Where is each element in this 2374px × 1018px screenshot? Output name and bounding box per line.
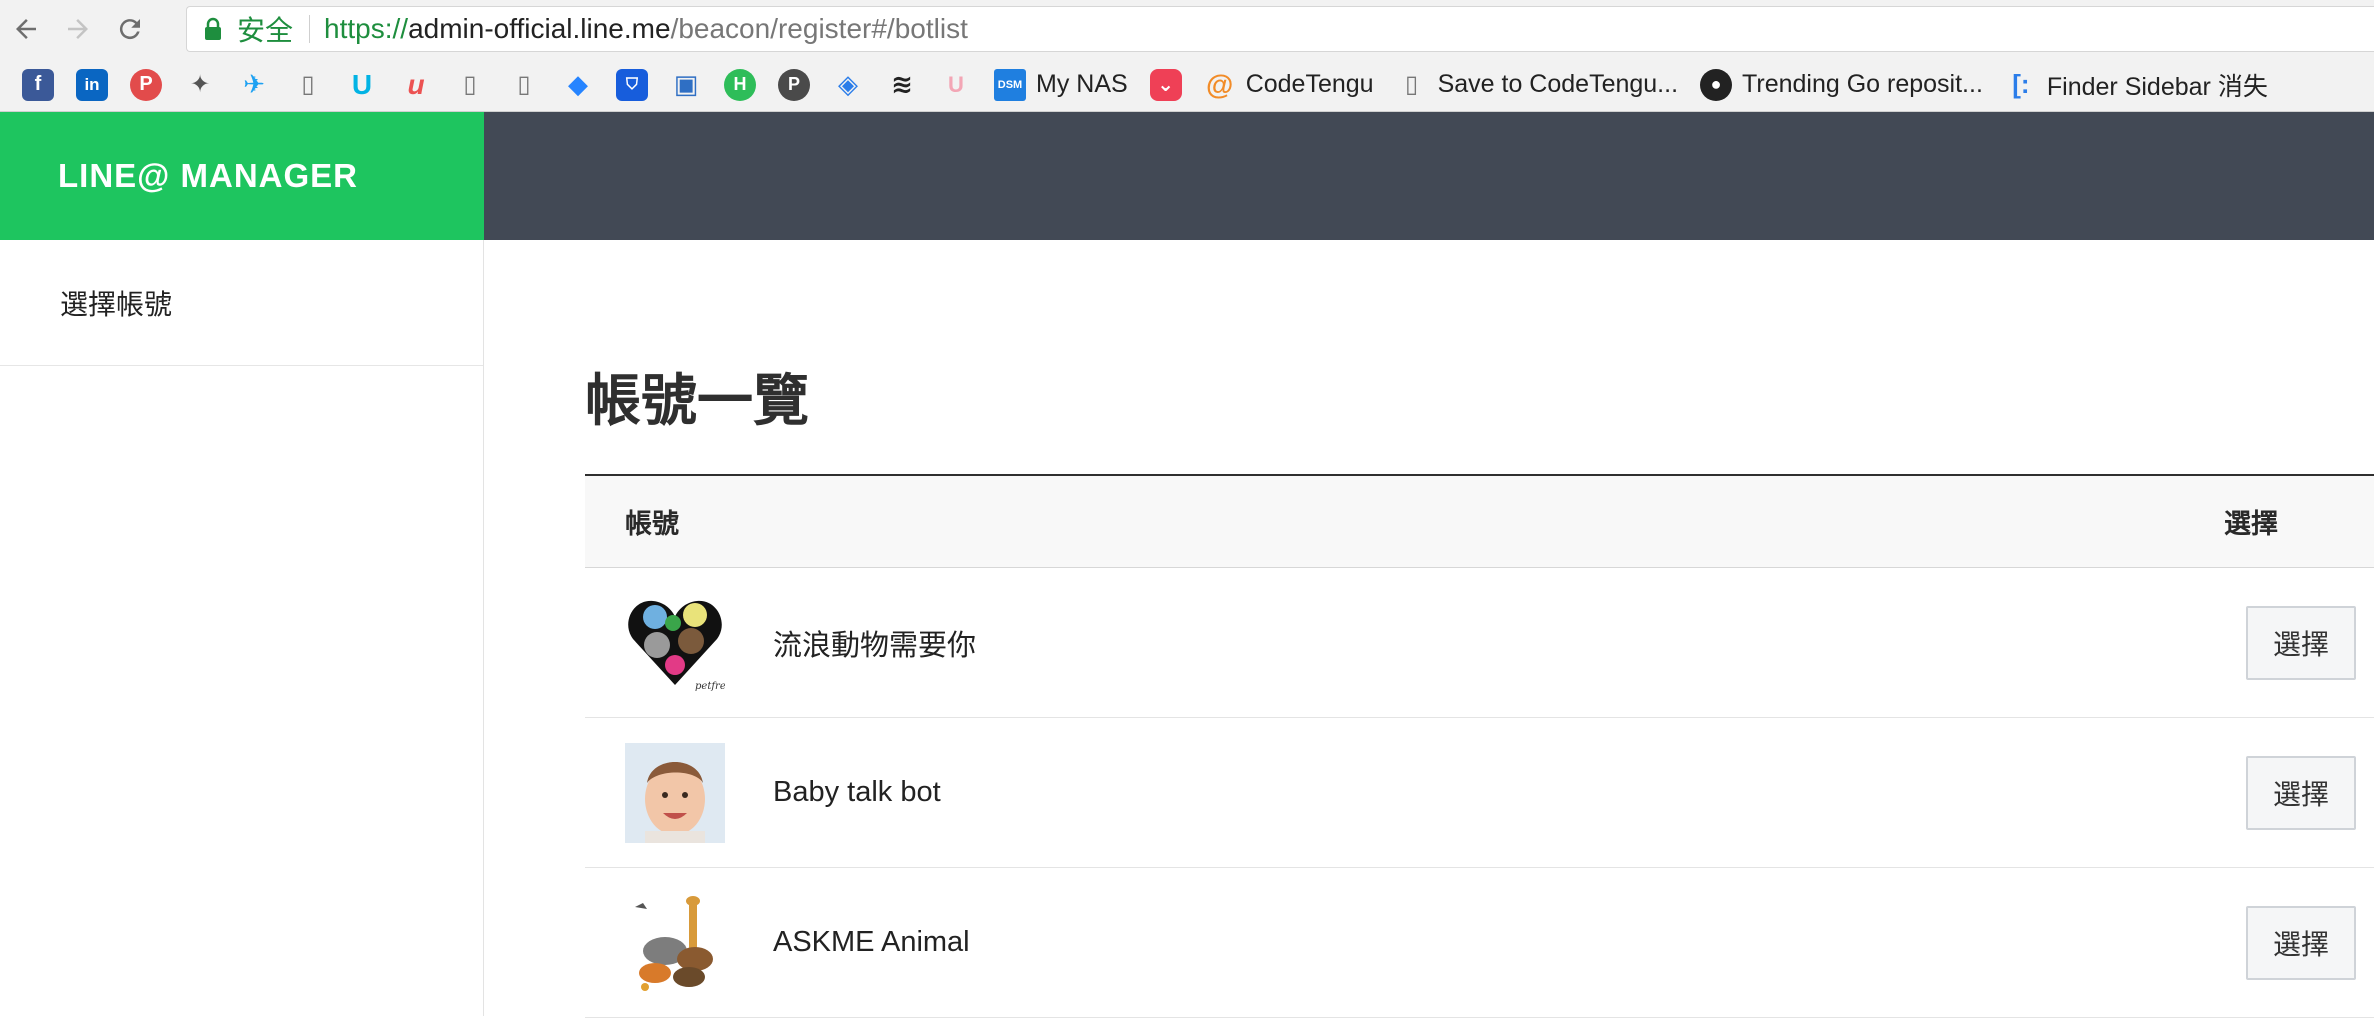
bitwarden-icon: ⛉	[616, 69, 648, 101]
reload-icon	[115, 14, 145, 44]
bookmark-trending-go[interactable]: ● Trending Go reposit...	[1700, 69, 1983, 101]
twitter-icon: ✈	[238, 69, 270, 101]
bookmark-page[interactable]: ▯	[508, 69, 540, 101]
codetengu-icon: @	[1204, 69, 1236, 101]
bookmark-bitwarden[interactable]: ⛉	[616, 69, 648, 101]
arrow-left-icon	[11, 14, 41, 44]
bookmark-label: Save to CodeTengu...	[1438, 70, 1678, 99]
account-name: ASKME Animal	[773, 926, 2246, 959]
url-path: /beacon/register#/botlist	[671, 13, 968, 45]
bookmark-pocket[interactable]: ⌄	[1150, 69, 1182, 101]
secure-label: 安全	[237, 9, 293, 49]
producthunt-icon: P	[778, 69, 810, 101]
table-row: ASKME Animal 選擇	[585, 868, 2374, 1018]
bookmarks-bar: f in P ✦ ✈ ▯ U u ▯ ▯ ◆ ⛉ ▣ H P ◈ ≋ U DSM…	[0, 58, 2374, 112]
linkedin-icon: in	[76, 69, 108, 101]
mosquito-icon: ✦	[184, 69, 216, 101]
bookmark-twitter[interactable]: ✈	[238, 69, 270, 101]
u-icon: U	[940, 69, 972, 101]
bookmark-chip[interactable]: ▣	[670, 69, 702, 101]
bookmark-linkedin[interactable]: in	[76, 69, 108, 101]
account-avatar: petfreedom	[625, 593, 725, 693]
sidebar: 選擇帳號	[0, 240, 484, 1016]
sidebar-item-select-account[interactable]: 選擇帳號	[0, 240, 483, 366]
browser-toolbar: 安全 https:// admin-official.line.me /beac…	[0, 0, 2374, 58]
bookmark-facebook[interactable]: f	[22, 69, 54, 101]
jira-icon: ◆	[562, 69, 594, 101]
bookmark-label: My NAS	[1036, 70, 1128, 99]
select-account-button[interactable]: 選擇	[2246, 756, 2356, 830]
facebook-icon: f	[22, 69, 54, 101]
bookmark-label: CodeTengu	[1246, 70, 1374, 99]
back-button[interactable]	[0, 3, 52, 55]
brand-logo[interactable]: LINE@ MANAGER	[0, 112, 484, 240]
reload-button[interactable]	[104, 3, 156, 55]
account-table: 帳號 選擇 petfreedom 流浪動物需要你 選擇	[585, 474, 2374, 1018]
pocket-icon: ⌄	[1150, 69, 1182, 101]
account-name: 流浪動物需要你	[773, 622, 2246, 664]
bookmark-page[interactable]: ▯	[292, 69, 324, 101]
bookmark-mosquito[interactable]: ✦	[184, 69, 216, 101]
column-header-account: 帳號	[625, 502, 679, 541]
bookmark-codetengu[interactable]: @ CodeTengu	[1204, 69, 1374, 101]
forward-button[interactable]	[52, 3, 104, 55]
account-avatar	[625, 893, 725, 993]
bookmark-page[interactable]: ▯	[454, 69, 486, 101]
select-account-button[interactable]: 選擇	[2246, 906, 2356, 980]
svg-text:petfreedom: petfreedom	[695, 681, 725, 692]
udacity-icon: U	[346, 69, 378, 101]
github-icon: ●	[1700, 69, 1732, 101]
bookmark-hex[interactable]: H	[724, 69, 756, 101]
bookmark-pinboard[interactable]: P	[130, 69, 162, 101]
column-header-select: 選擇	[2094, 502, 2374, 541]
page-icon: ▯	[454, 69, 486, 101]
url-host: admin-official.line.me	[408, 13, 671, 45]
bookmark-my-nas[interactable]: DSM My NAS	[994, 69, 1128, 101]
finder-icon: [:	[2005, 69, 2037, 101]
table-header: 帳號 選擇	[585, 474, 2374, 568]
app-header: LINE@ MANAGER	[0, 112, 2374, 240]
account-name: Baby talk bot	[773, 776, 2246, 809]
table-row: Baby talk bot 選擇	[585, 718, 2374, 868]
lock-icon	[203, 17, 223, 41]
bookmark-save-codetengu[interactable]: ▯ Save to CodeTengu...	[1396, 69, 1678, 101]
bookmark-u[interactable]: U	[940, 69, 972, 101]
udemy-icon: u	[400, 69, 432, 101]
bookmark-producthunt[interactable]: P	[778, 69, 810, 101]
bookmark-jira[interactable]: ◆	[562, 69, 594, 101]
page-title: 帳號一覽	[585, 356, 809, 437]
bookmark-buffer[interactable]: ≋	[886, 69, 918, 101]
main-content: 帳號一覽 帳號 選擇 petfreedom 流浪動物需要你	[485, 240, 2374, 1016]
address-bar[interactable]: 安全 https:// admin-official.line.me /beac…	[186, 6, 2374, 52]
bookmark-layers[interactable]: ◈	[832, 69, 864, 101]
arrow-right-icon	[63, 14, 93, 44]
table-row: petfreedom 流浪動物需要你 選擇	[585, 568, 2374, 718]
chip-icon: ▣	[670, 69, 702, 101]
dsm-icon: DSM	[994, 69, 1026, 101]
select-account-button[interactable]: 選擇	[2246, 606, 2356, 680]
account-avatar	[625, 743, 725, 843]
bookmark-label: Finder Sidebar 消失	[2047, 67, 2268, 103]
hex-icon: H	[724, 69, 756, 101]
layers-icon: ◈	[832, 69, 864, 101]
bookmark-finder-sidebar[interactable]: [: Finder Sidebar 消失	[2005, 67, 2268, 103]
page-icon: ▯	[508, 69, 540, 101]
buffer-icon: ≋	[886, 69, 918, 101]
bookmark-udacity[interactable]: U	[346, 69, 378, 101]
bookmark-udemy[interactable]: u	[400, 69, 432, 101]
divider	[309, 15, 310, 43]
page-icon: ▯	[292, 69, 324, 101]
pinboard-icon: P	[130, 69, 162, 101]
bookmark-label: Trending Go reposit...	[1742, 70, 1983, 99]
page-icon: ▯	[1396, 69, 1428, 101]
url-scheme: https://	[324, 13, 408, 45]
